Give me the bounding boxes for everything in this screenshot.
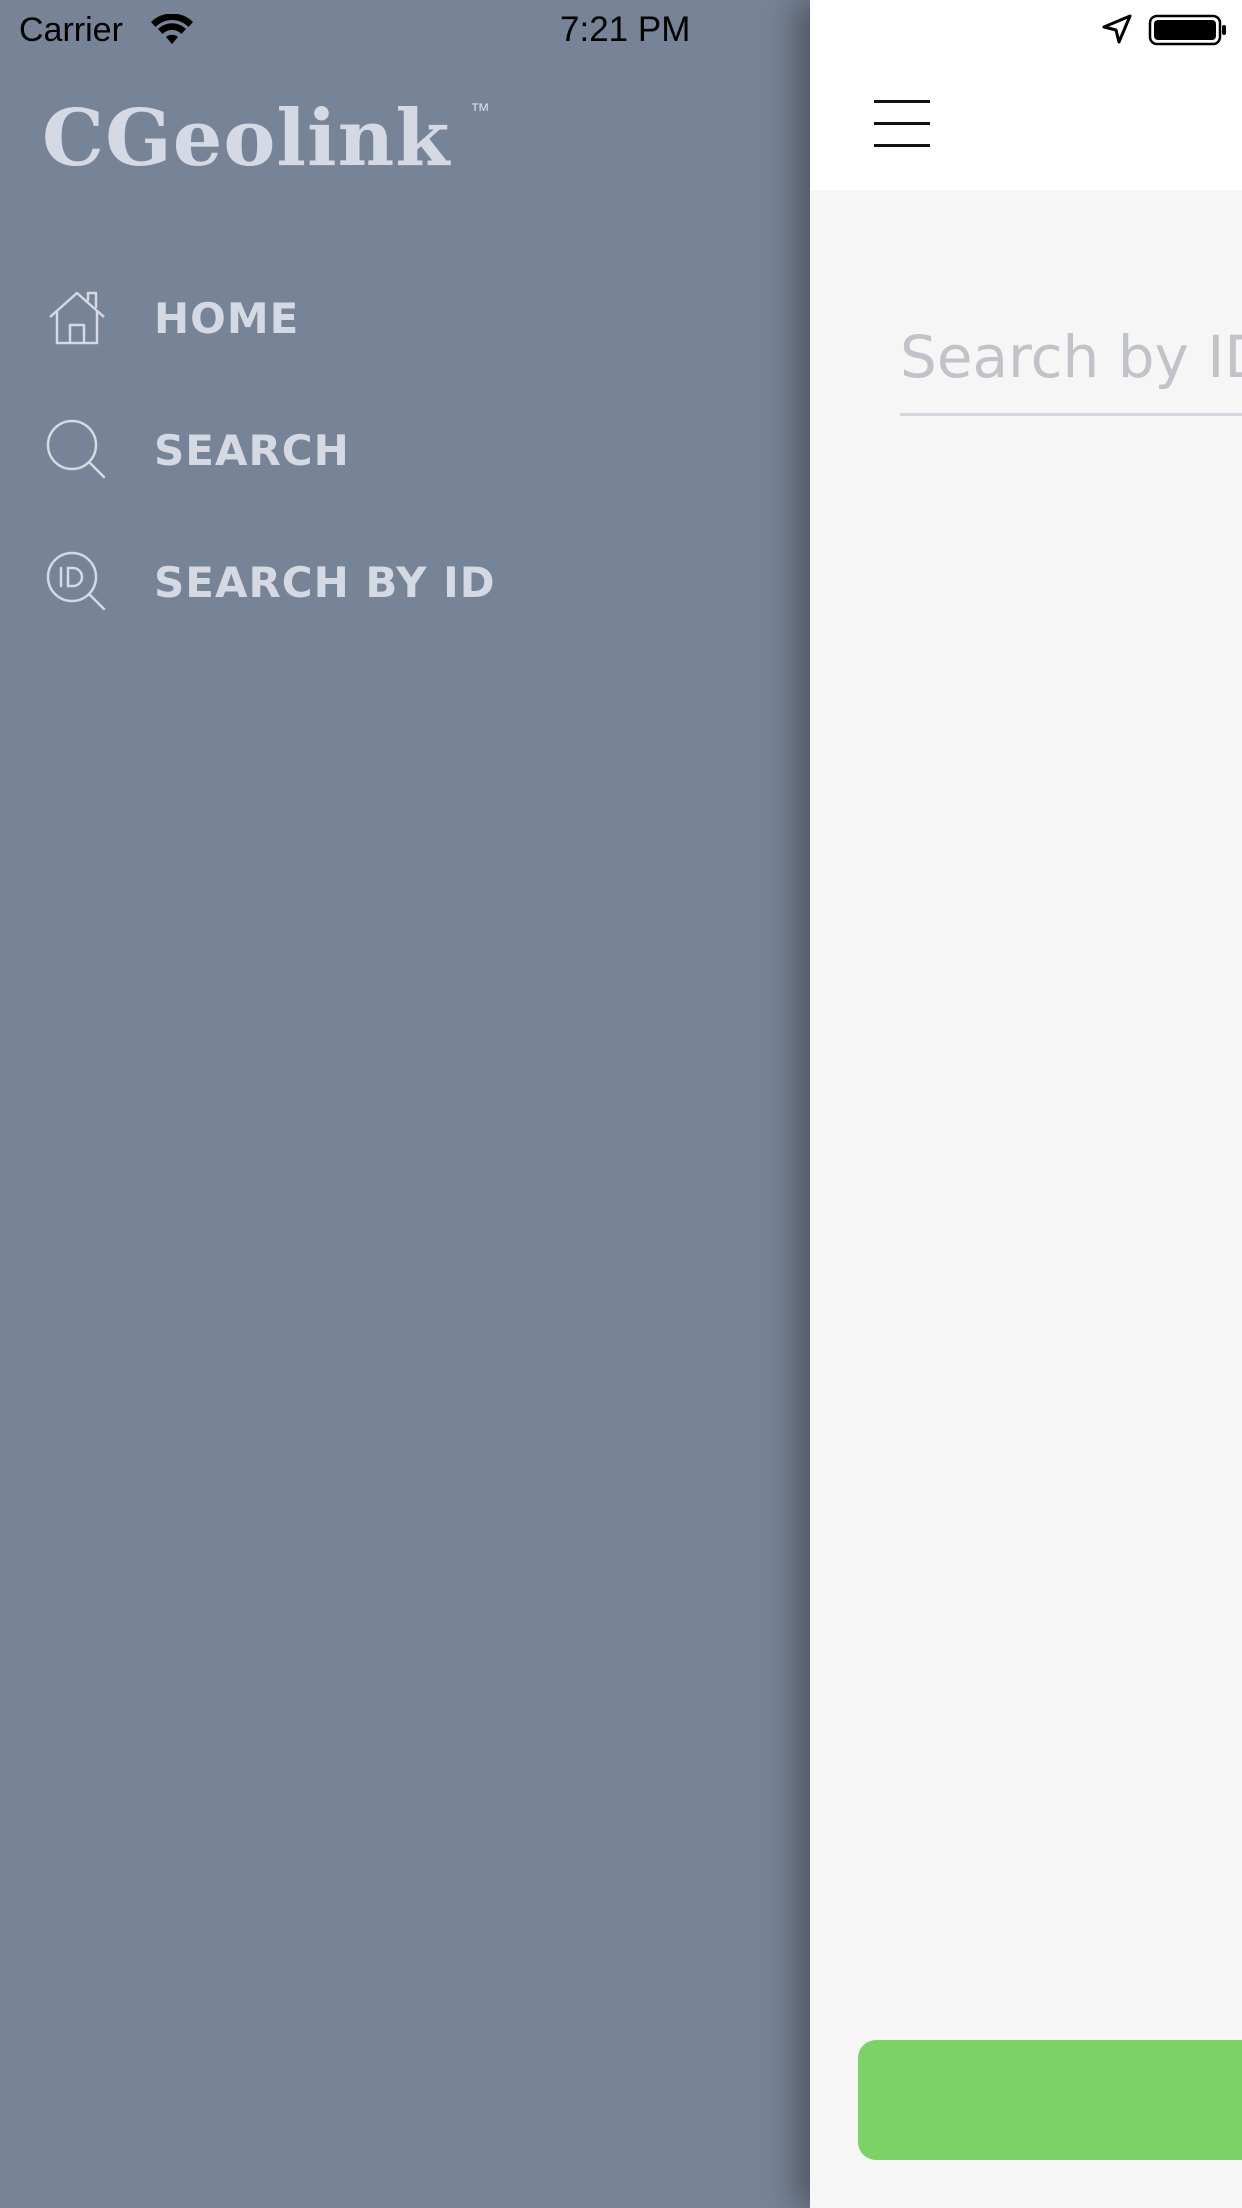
search-by-id-input[interactable] xyxy=(900,300,1242,416)
drawer-item-label: SEARCH BY ID xyxy=(154,557,496,607)
location-arrow-icon xyxy=(1102,14,1132,44)
search-id-icon xyxy=(46,551,106,611)
hamburger-menu-icon[interactable] xyxy=(874,100,930,148)
status-bar: Carrier 7:21 PM xyxy=(0,0,1242,62)
submit-button[interactable] xyxy=(858,2040,1242,2160)
trademark-symbol: ™ xyxy=(470,100,490,122)
drawer-item-label: HOME xyxy=(154,293,300,343)
clock-time: 7:21 PM xyxy=(560,10,691,49)
carrier-label: Carrier xyxy=(19,11,123,49)
battery-full-icon xyxy=(1148,14,1226,46)
drawer-item-home[interactable]: HOME xyxy=(44,273,744,363)
home-icon xyxy=(49,291,105,345)
wifi-icon xyxy=(151,14,193,44)
side-drawer: CGeolink ™ HOME SEARCH SEARCH BY ID xyxy=(0,0,810,2208)
drawer-item-search-by-id[interactable]: SEARCH BY ID xyxy=(44,537,744,627)
app-logo: CGeolink xyxy=(42,93,451,184)
drawer-item-label: SEARCH xyxy=(154,425,350,475)
drawer-item-search[interactable]: SEARCH xyxy=(44,405,744,495)
search-icon xyxy=(46,419,106,479)
main-panel xyxy=(810,0,1242,2208)
